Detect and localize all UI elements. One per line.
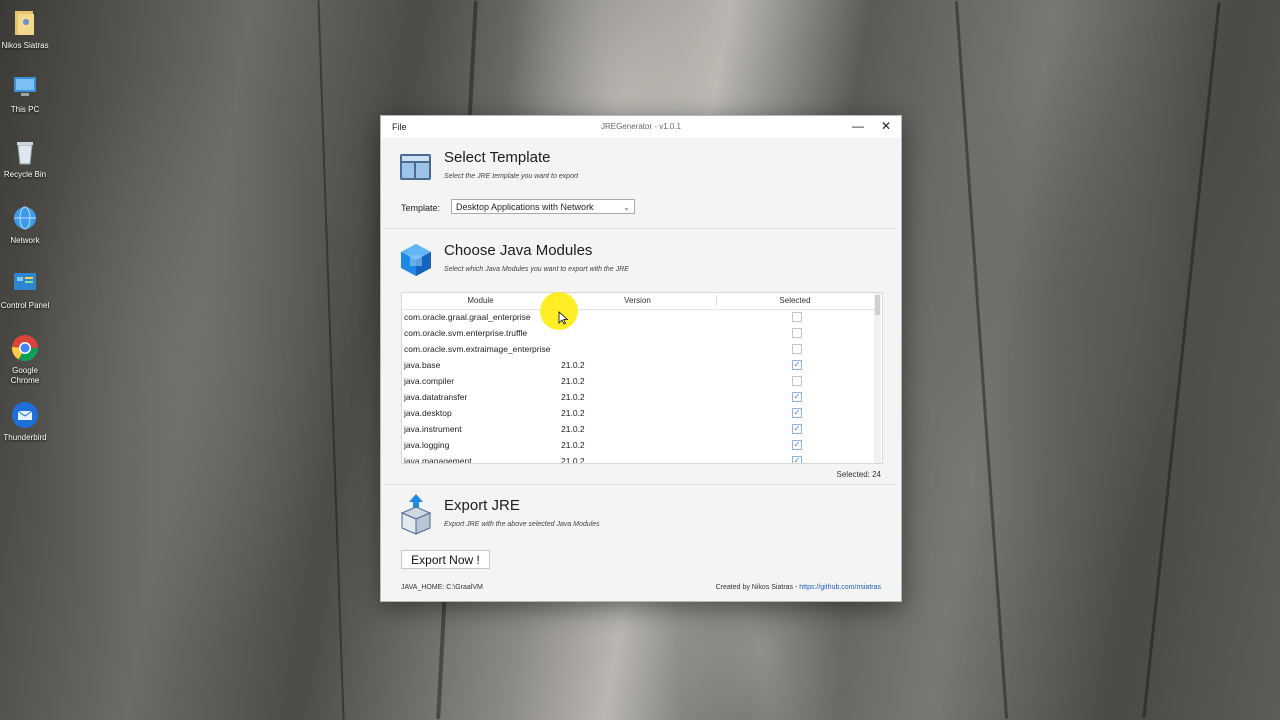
desktop-icon-label: Recycle Bin xyxy=(3,170,47,179)
module-version: 21.0.2 xyxy=(561,360,585,370)
table-row[interactable]: java.desktop 21.0.2 ✓ xyxy=(402,405,874,421)
module-name: com.oracle.svm.enterprise.truffle xyxy=(404,328,528,338)
module-version: 21.0.2 xyxy=(561,424,585,434)
scrollbar-thumb[interactable] xyxy=(875,295,880,315)
desktop-icon-label: Control Panel xyxy=(0,301,50,310)
desktop-icon-label: This PC xyxy=(10,105,40,114)
rock-crack xyxy=(1142,1,1221,719)
template-label: Template: xyxy=(401,203,441,213)
export-jre-title: Export JRE xyxy=(444,497,520,514)
desktop-icon-control-panel[interactable]: Control Panel xyxy=(0,268,50,311)
table-row[interactable]: com.oracle.svm.enterprise.truffle xyxy=(402,325,874,341)
module-version: 21.0.2 xyxy=(561,376,585,386)
desktop-icon-thunderbird[interactable]: Thunderbird xyxy=(0,400,50,443)
section-divider xyxy=(384,484,896,485)
module-checkbox[interactable]: ✓ xyxy=(792,392,802,402)
column-header-version[interactable]: Version xyxy=(559,296,716,305)
template-icon xyxy=(400,154,431,180)
desktop-icon-label: Google Chrome xyxy=(10,366,40,385)
desktop-icon-user-folder[interactable]: Nikos Siatras xyxy=(0,8,50,51)
choose-modules-title: Choose Java Modules xyxy=(444,242,593,259)
select-template-title: Select Template xyxy=(444,149,551,166)
window-title: JREGenerator - v1.0.1 xyxy=(600,122,682,131)
network-icon xyxy=(14,206,36,230)
export-now-button[interactable]: Export Now ! xyxy=(401,550,490,569)
module-name: com.oracle.graal.graal_enterprise xyxy=(404,312,531,322)
module-name: java.management xyxy=(404,456,472,464)
module-name: java.instrument xyxy=(404,424,462,434)
table-row[interactable]: java.datatransfer 21.0.2 ✓ xyxy=(402,389,874,405)
module-checkbox[interactable]: ✓ xyxy=(792,440,802,450)
thunderbird-icon xyxy=(12,402,38,428)
module-checkbox[interactable] xyxy=(792,376,802,386)
module-version: 21.0.2 xyxy=(561,408,585,418)
table-row[interactable]: java.management 21.0.2 ✓ xyxy=(402,453,874,464)
table-row[interactable]: java.base 21.0.2 ✓ xyxy=(402,357,874,373)
table-row[interactable]: com.oracle.svm.extraimage_enterprise xyxy=(402,341,874,357)
desktop-icon-label: Nikos Siatras xyxy=(1,41,49,50)
modules-table: Module Version Selected com.oracle.graal… xyxy=(401,292,883,464)
github-link[interactable]: https://github.com/nsiatras xyxy=(799,584,881,591)
module-checkbox[interactable] xyxy=(792,344,802,354)
chevron-down-icon: ⌄ xyxy=(623,203,630,212)
credit-prefix: Created by Nikos Siatras - xyxy=(715,584,800,591)
export-box-icon xyxy=(400,494,432,535)
desktop-icon-network[interactable]: Network xyxy=(0,203,50,246)
column-header-selected[interactable]: Selected xyxy=(716,296,874,305)
table-body: com.oracle.graal.graal_enterprise com.or… xyxy=(402,309,874,464)
credit-text: Created by Nikos Siatras - https://githu… xyxy=(661,584,881,591)
desktop-icon-label: Thunderbird xyxy=(3,433,47,442)
desktop-icon-recycle-bin[interactable]: Recycle Bin xyxy=(0,137,50,180)
module-checkbox[interactable]: ✓ xyxy=(792,408,802,418)
desktop-icon-label: Network xyxy=(10,236,40,245)
module-name: java.datatransfer xyxy=(404,392,468,402)
module-name: java.base xyxy=(404,360,441,370)
select-template-subtitle: Select the JRE template you want to expo… xyxy=(444,173,579,180)
template-select-value: Desktop Applications with Network xyxy=(456,202,594,212)
rock-crack xyxy=(954,0,1009,720)
jregenerator-window: File JREGenerator - v1.0.1 — ✕ Select Te… xyxy=(380,115,902,602)
computer-icon xyxy=(14,77,36,96)
title-bar: File JREGenerator - v1.0.1 — ✕ xyxy=(381,116,901,138)
module-version: 21.0.2 xyxy=(561,392,585,402)
module-checkbox[interactable]: ✓ xyxy=(792,456,802,463)
column-header-module[interactable]: Module xyxy=(402,296,559,305)
control-panel-icon xyxy=(14,273,36,290)
rock-crack xyxy=(317,0,345,720)
table-scrollbar[interactable] xyxy=(874,293,881,463)
choose-modules-subtitle: Select which Java Modules you want to ex… xyxy=(444,266,629,273)
module-name: java.desktop xyxy=(404,408,452,418)
export-jre-subtitle: Export JRE with the above selected Java … xyxy=(444,521,600,528)
minimize-button[interactable]: — xyxy=(845,119,871,135)
table-row[interactable]: java.logging 21.0.2 ✓ xyxy=(402,437,874,453)
module-checkbox[interactable]: ✓ xyxy=(792,424,802,434)
desktop-icon-chrome[interactable]: Google Chrome xyxy=(0,333,50,386)
chrome-icon xyxy=(11,335,39,362)
template-select[interactable]: Desktop Applications with Network ⌄ xyxy=(451,199,635,214)
table-row[interactable]: com.oracle.graal.graal_enterprise xyxy=(402,309,874,325)
recycle-bin-icon xyxy=(17,142,33,165)
module-name: java.compiler xyxy=(404,376,455,386)
close-button[interactable]: ✕ xyxy=(873,119,899,135)
selected-count: Selected: 24 xyxy=(836,470,881,479)
module-version: 21.0.2 xyxy=(561,456,585,464)
module-checkbox[interactable]: ✓ xyxy=(792,360,802,370)
module-name: com.oracle.svm.extraimage_enterprise xyxy=(404,344,551,354)
java-modules-cube-icon xyxy=(401,244,431,276)
table-header: Module Version Selected xyxy=(402,293,874,310)
section-divider xyxy=(384,228,896,229)
module-checkbox[interactable] xyxy=(792,312,802,322)
desktop-icon-this-pc[interactable]: This PC xyxy=(0,72,50,115)
user-folder-icon xyxy=(15,11,34,35)
mouse-pointer-icon xyxy=(558,311,568,325)
java-home-label: JAVA_HOME: C:\GraalVM xyxy=(401,584,483,591)
module-version: 21.0.2 xyxy=(561,440,585,450)
module-checkbox[interactable] xyxy=(792,328,802,338)
table-row[interactable]: java.compiler 21.0.2 xyxy=(402,373,874,389)
table-row[interactable]: java.instrument 21.0.2 ✓ xyxy=(402,421,874,437)
module-name: java.logging xyxy=(404,440,450,450)
